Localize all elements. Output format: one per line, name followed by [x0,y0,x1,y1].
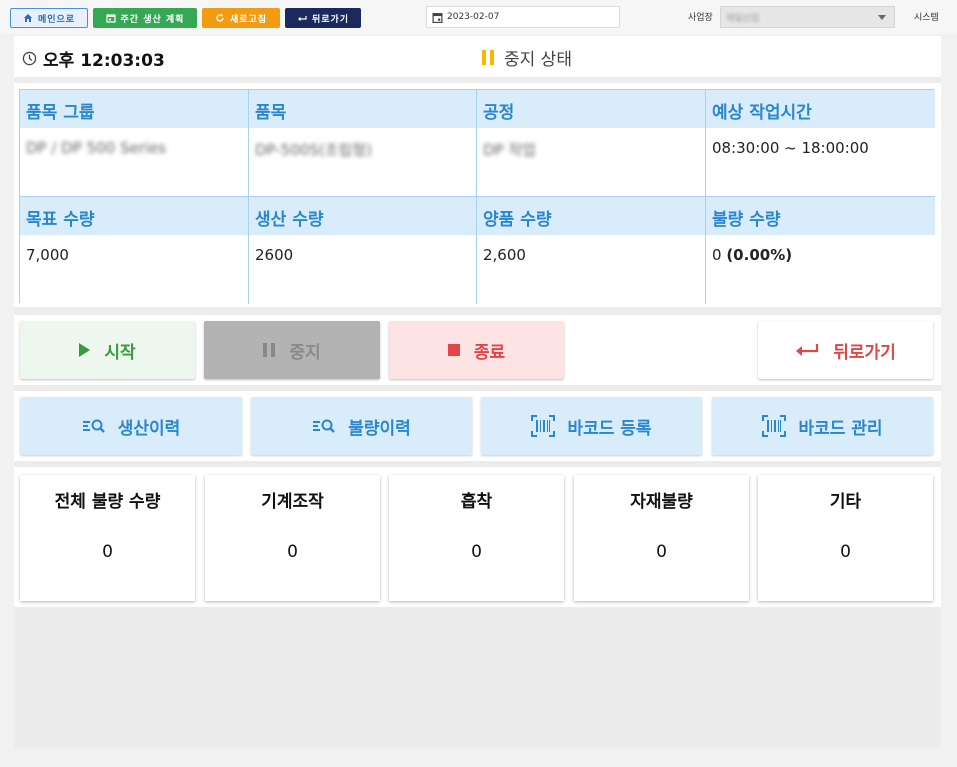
refresh-label: 새로고침 [229,14,268,25]
home-icon [23,14,32,22]
end-button[interactable]: 종료 [389,321,564,379]
target-qty-value: 7,000 [26,246,69,264]
defect-qty-value: 0 [712,246,722,264]
process-cell: 공정 DP 작업 [477,90,706,197]
defect-qty-percent: (0.00%) [726,246,793,264]
back-label: 뒤로가기 [833,342,896,363]
end-label: 종료 [473,342,506,363]
defect-card-count: 0 [840,542,851,562]
production-history-button[interactable]: 생산이력 [20,397,242,455]
return-arrow-icon [297,16,307,22]
defect-card-count: 0 [102,542,113,562]
weekly-plan-label: 주간 생산 계획 [120,14,185,25]
current-time: 오후 12:03:03 [43,51,165,71]
target-qty-label: 목표 수량 [20,197,248,235]
good-qty-cell: 양품 수량 2,600 [477,197,706,304]
defect-card-title: 기타 [829,492,862,512]
defect-card-title: 흡착 [460,492,493,512]
item-value: DP-500S(조립형) [255,141,372,159]
refresh-icon [216,14,224,22]
history-bar: 생산이력 불량이력 바코드 등록 바코드 관리 [14,391,941,461]
barcode-register-label: 바코드 등록 [567,418,652,439]
back-top-button[interactable]: 뒤로가기 [285,8,361,28]
defect-card-machine: 기계조작 0 [205,475,380,601]
back-top-label: 뒤로가기 [311,14,350,25]
defect-card-other: 기타 0 [758,475,933,601]
date-value: 2023-02-07 [447,12,500,22]
item-group-value: DP / DP 500 Series [26,139,167,157]
clock-icon [22,51,37,66]
production-history-label: 생산이력 [117,418,181,439]
site-select[interactable]: 제일산업 [720,6,895,28]
barcode-register-button[interactable]: 바코드 등록 [481,397,702,455]
system-menu[interactable]: 시스템 [914,10,939,23]
defect-history-label: 불량이력 [348,418,411,439]
barcode-manage-button[interactable]: 바코드 관리 [712,397,933,455]
defect-qty-cell: 불량 수량 0 (0.00%) [706,197,935,304]
defect-card-suction: 흡착 0 [389,475,564,601]
list-search-icon [313,419,336,433]
site-label: 사업장 [688,13,713,23]
produced-qty-cell: 생산 수량 2600 [249,197,477,304]
defect-card-total: 전체 불량 수량 0 [20,475,195,601]
item-group-cell: 품목 그룹 DP / DP 500 Series [20,90,249,197]
defect-qty-label: 불량 수량 [706,197,935,235]
defect-card-title: 자재불량 [630,492,693,512]
work-time-value: 08:30:00 ~ 18:00:00 [712,139,869,157]
calendar-icon [432,12,443,23]
date-picker[interactable]: 2023-02-07 [426,6,620,28]
pause-icon [263,343,276,357]
produced-qty-value: 2600 [255,246,294,264]
refresh-button[interactable]: 새로고침 [202,8,280,28]
item-group-label: 품목 그룹 [20,90,248,128]
stop-square-icon [447,344,460,356]
pause-icon [482,50,494,65]
chevron-down-icon [878,15,886,20]
defect-card-count: 0 [287,542,298,562]
run-state-label: 중지 상태 [504,50,572,70]
work-time-label: 예상 작업시간 [706,90,935,128]
defect-card-count: 0 [656,542,667,562]
weekly-plan-button[interactable]: 주간 생산 계획 [93,8,197,28]
start-button[interactable]: 시작 [20,321,195,379]
clock: 오후 12:03:03 [22,46,165,71]
start-label: 시작 [104,342,136,363]
barcode-scan-icon [531,415,556,437]
list-search-icon [82,419,105,433]
stop-label: 중지 [289,342,321,363]
defect-qty-line: 0 (0.00%) [706,235,935,264]
item-label: 품목 [249,90,476,128]
barcode-scan-icon [762,415,787,437]
good-qty-value: 2,600 [483,246,526,264]
work-time-cell: 예상 작업시간 08:30:00 ~ 18:00:00 [706,90,935,197]
defect-history-button[interactable]: 불량이력 [251,397,472,455]
back-button[interactable]: 뒤로가기 [758,321,933,379]
defect-card-count: 0 [471,542,482,562]
defect-card-material: 자재불량 0 [574,475,749,601]
work-panel: 오후 12:03:03 중지 상태 품목 그룹 DP / DP 500 Seri… [14,36,941,748]
play-icon [79,343,91,357]
run-state: 중지 상태 [482,45,572,70]
barcode-manage-label: 바코드 관리 [798,418,883,439]
process-label: 공정 [477,90,705,128]
main-button[interactable]: 메인으로 [10,8,88,28]
return-arrow-icon [796,344,819,356]
stop-button[interactable]: 중지 [204,321,380,379]
good-qty-label: 양품 수량 [477,197,705,235]
work-info-section: 품목 그룹 DP / DP 500 Series 품목 DP-500S(조립형)… [14,83,941,307]
site-select-value: 제일산업 [726,13,760,24]
calendar-icon [105,14,116,23]
top-toolbar: 메인으로 주간 생산 계획 새로고침 뒤로가기 2023-02-07 사업장 제… [0,0,957,34]
produced-qty-label: 생산 수량 [249,197,476,235]
defect-card-title: 기계조작 [261,492,324,512]
target-qty-cell: 목표 수량 7,000 [20,197,249,304]
work-info-grid: 품목 그룹 DP / DP 500 Series 품목 DP-500S(조립형)… [19,89,935,304]
item-cell: 품목 DP-500S(조립형) [249,90,477,197]
process-value: DP 작업 [483,141,536,159]
status-bar: 오후 12:03:03 중지 상태 [14,36,941,77]
main-button-label: 메인으로 [37,14,76,25]
action-bar: 시작 중지 종료 뒤로가기 [14,315,941,385]
defect-summary: 전체 불량 수량 0 기계조작 0 흡착 0 자재불량 0 기타 0 [14,467,941,607]
defect-card-title: 전체 불량 수량 [54,492,161,512]
